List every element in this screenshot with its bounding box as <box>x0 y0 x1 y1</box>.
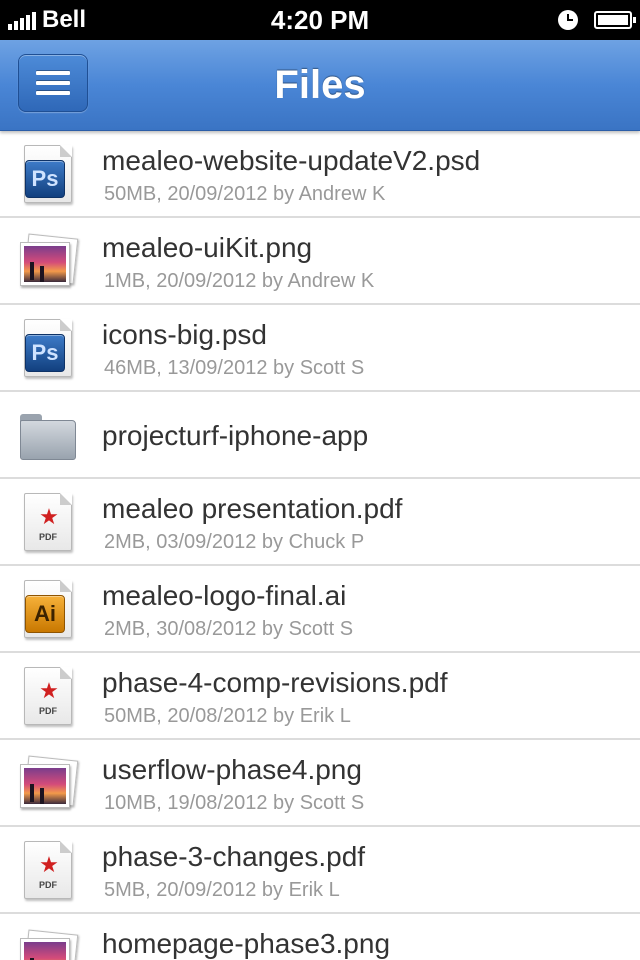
file-meta: 2MB, 30/08/2012 by Scott S <box>104 618 354 640</box>
file-row[interactable]: ★ PDF phase-4-comp-revisions.pdf 50MB, 20/0… <box>0 653 640 740</box>
psd-file-icon: Ps <box>18 317 76 379</box>
pdf-file-icon: ★ PDF <box>18 839 76 901</box>
file-row[interactable]: ★ PDF mealeo presentation.pdf 2MB, 03/09/20… <box>0 479 640 566</box>
battery-icon <box>594 11 636 29</box>
status-indicators <box>558 0 636 40</box>
file-row[interactable]: Ai mealeo-logo-final.ai 2MB, 30/08/2012 by… <box>0 566 640 653</box>
file-meta: 2MB, 03/09/2012 by Chuck P <box>104 531 365 553</box>
file-row[interactable]: mealeo-uiKit.png 1MB, 20/09/2012 by Andre… <box>0 218 640 305</box>
image-file-icon <box>18 230 79 292</box>
psd-badge: Ps <box>25 334 65 372</box>
pdf-label: PDF <box>39 880 57 890</box>
file-name: phase-4-comp-revisions.pdf <box>102 667 448 698</box>
file-row[interactable]: ★ PDF phase-3-changes.pdf 5MB, 20/09/2012 b… <box>0 827 640 914</box>
file-name: mealeo-uiKit.png <box>102 232 313 263</box>
pdf-label: PDF <box>39 706 57 716</box>
pdf-file-icon: ★ PDF <box>18 665 76 727</box>
menu-button[interactable] <box>18 54 88 112</box>
folder-icon <box>18 404 76 466</box>
image-file-icon <box>18 752 79 814</box>
hamburger-menu-icon <box>36 71 70 75</box>
ai-file-icon: Ai <box>18 578 76 640</box>
status-bar: Bell 4:20 PM <box>0 0 640 40</box>
file-meta: 50MB, 20/08/2012 by Erik L <box>104 705 351 727</box>
file-meta: 1MB, 20/09/2012 by Andrew K <box>104 270 375 292</box>
clock-icon <box>558 10 578 30</box>
image-file-icon <box>18 926 79 960</box>
file-meta: 50MB, 20/09/2012 by Andrew K <box>104 183 386 205</box>
file-meta: 5MB, 20/09/2012 by Erik L <box>104 879 340 901</box>
file-name: userflow-phase4.png <box>102 754 362 785</box>
file-meta: 10MB, 19/08/2012 by Scott S <box>104 792 365 814</box>
file-name: mealeo-website-updateV2.psd <box>102 145 481 176</box>
file-name: phase-3-changes.pdf <box>102 841 366 872</box>
file-row[interactable]: userflow-phase4.png 10MB, 19/08/2012 by S… <box>0 740 640 827</box>
file-row[interactable]: Ps icons-big.psd 46MB, 13/09/2012 by Scott… <box>0 305 640 392</box>
acrobat-symbol-icon: ★ <box>39 504 59 529</box>
pdf-file-icon: ★ PDF <box>18 491 76 553</box>
status-time: 4:20 PM <box>270 5 370 35</box>
ai-badge: Ai <box>25 595 65 633</box>
pdf-label: PDF <box>39 532 57 542</box>
navigation-bar: Files <box>0 40 640 131</box>
file-name: projecturf-iphone-app <box>102 420 369 451</box>
file-name: icons-big.psd <box>102 319 267 350</box>
psd-file-icon: Ps <box>18 143 76 205</box>
folder-row[interactable]: projecturf-iphone-app <box>0 392 640 479</box>
file-row[interactable]: homepage-phase3.png <box>0 914 640 960</box>
file-name: homepage-phase3.png <box>102 928 391 959</box>
file-name: mealeo presentation.pdf <box>102 493 403 524</box>
file-list: Ps mealeo-website-updateV2.psd 50MB, 20/09… <box>0 131 640 960</box>
file-name: mealeo-logo-final.ai <box>102 580 347 611</box>
psd-badge: Ps <box>25 160 65 198</box>
acrobat-symbol-icon: ★ <box>39 852 59 877</box>
file-meta: 46MB, 13/09/2012 by Scott S <box>104 357 365 379</box>
page-title: Files <box>274 63 366 107</box>
file-row[interactable]: Ps mealeo-website-updateV2.psd 50MB, 20/09… <box>0 131 640 218</box>
acrobat-symbol-icon: ★ <box>39 678 59 703</box>
